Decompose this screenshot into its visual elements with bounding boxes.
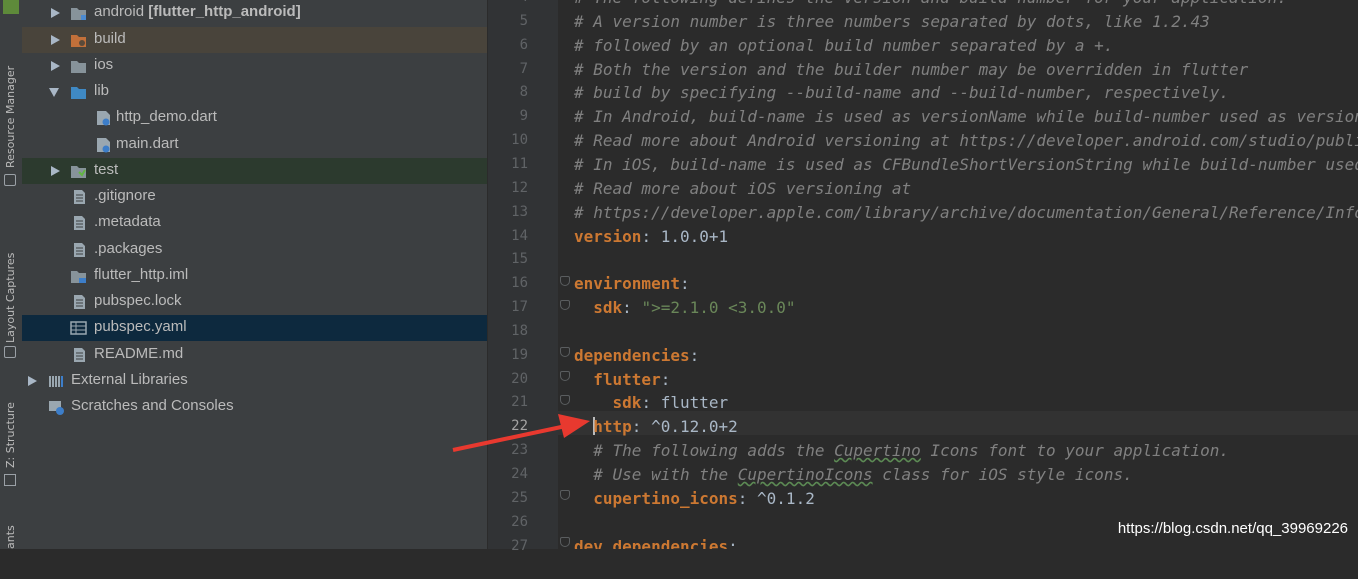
annotation-arrow (452, 414, 590, 452)
ant-tab[interactable]: ants (0, 525, 22, 579)
arrow-head (558, 414, 590, 438)
arrow-shaft (452, 424, 567, 452)
watermark: https://blog.csdn.net/qq_39969226 (1117, 520, 1348, 537)
